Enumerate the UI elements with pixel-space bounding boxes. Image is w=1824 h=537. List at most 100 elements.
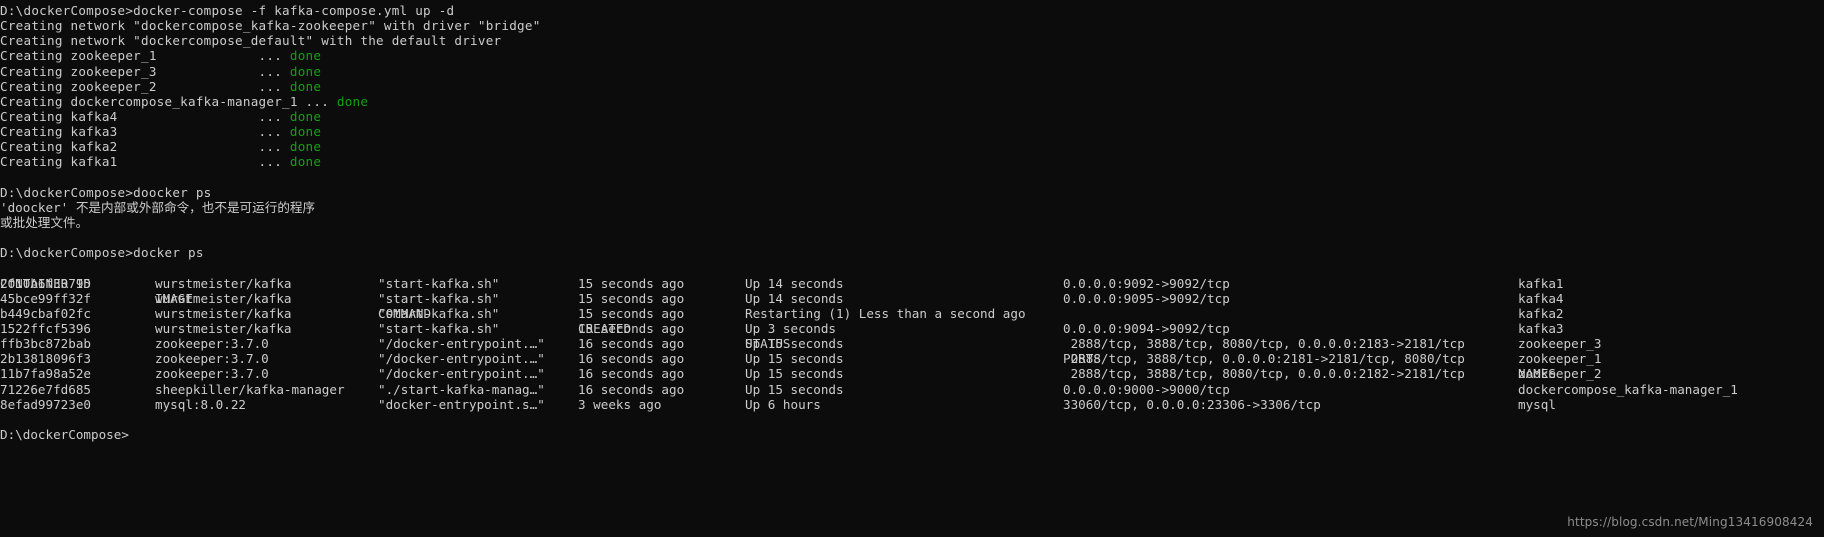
- cell-container-id: 2f10b6f30795: [0, 275, 91, 291]
- cell-command: "start-kafka.sh": [378, 290, 500, 306]
- cell-names: zookeeper_2: [1518, 366, 1602, 382]
- cell-command: "docker-entrypoint.s…": [378, 396, 545, 412]
- csdn-watermark: https://blog.csdn.net/Ming13416908424: [1567, 514, 1813, 529]
- prompt-line-final: D:\dockerCompose>: [0, 426, 129, 442]
- error-message-line-1: 'doocker' 不是内部或外部命令，也不是可运行的程序: [0, 199, 316, 215]
- compose-service-status: done: [289, 139, 322, 155]
- table-row: ffb3bc872bab zookeeper:3.7.0 "/docker-entr…: [0, 336, 1824, 351]
- cell-created: 15 seconds ago: [578, 305, 685, 321]
- cell-ports: 0.0.0.0:9094->9092/tcp: [1063, 320, 1230, 336]
- compose-service-label: Creating kafka2: [0, 139, 259, 155]
- cell-container-id: 71226e7fd685: [0, 381, 91, 397]
- table-header-row: CONTAINER ID IMAGE COMMAND CREATED STATU…: [0, 260, 1824, 382]
- docker-ps-table-body: 2f10b6f30795 wurstmeister/kafka "start-kaf…: [0, 276, 1824, 412]
- prompt-line-docker-ps: D:\dockerCompose>docker ps: [0, 245, 204, 261]
- cell-container-id: 45bce99ff32f: [0, 290, 91, 306]
- compose-service-label: Creating kafka4: [0, 108, 259, 124]
- cell-names: kafka3: [1518, 320, 1564, 336]
- compose-service-status: done: [289, 108, 322, 124]
- compose-service-label: Creating zookeeper_1: [0, 48, 259, 64]
- cell-names: zookeeper_1: [1518, 351, 1602, 367]
- compose-service-dots: ...: [258, 108, 290, 124]
- cell-container-id: b449cbaf02fc: [0, 305, 91, 321]
- compose-service-dots: ...: [258, 78, 290, 94]
- cell-created: 16 seconds ago: [578, 381, 685, 397]
- cell-created: 16 seconds ago: [578, 336, 685, 352]
- table-row: 45bce99ff32f wurstmeister/kafka "start-kaf…: [0, 291, 1824, 306]
- table-row: 71226e7fd685 sheepkiller/kafka-manager "./…: [0, 382, 1824, 397]
- cell-created: 15 seconds ago: [578, 275, 685, 291]
- prompt-line-docker-compose: D:\dockerCompose>docker-compose -f kafka…: [0, 3, 455, 18]
- cell-names: kafka1: [1518, 275, 1564, 291]
- cell-image: zookeeper:3.7.0: [155, 351, 269, 367]
- compose-service-status: done: [289, 78, 322, 94]
- cell-container-id: 11b7fa98a52e: [0, 366, 91, 382]
- compose-network-line-2: Creating network "dockercompose_default"…: [0, 33, 502, 49]
- cell-names: kafka2: [1518, 305, 1564, 321]
- cell-status: Up 15 seconds: [745, 381, 844, 397]
- cell-image: sheepkiller/kafka-manager: [155, 381, 345, 397]
- compose-service-dots: ...: [258, 124, 290, 140]
- cell-status: Up 14 seconds: [745, 275, 844, 291]
- cell-image: zookeeper:3.7.0: [155, 366, 269, 382]
- cell-status: Up 15 seconds: [745, 366, 844, 382]
- terminal-window[interactable]: D:\dockerCompose>docker-compose -f kafka…: [0, 0, 1824, 537]
- table-row: 8efad99723e0 mysql:8.0.22 "docker-entrypoi…: [0, 397, 1824, 412]
- compose-service-label: Creating kafka3: [0, 124, 259, 140]
- table-row: 2f10b6f30795 wurstmeister/kafka "start-kaf…: [0, 276, 1824, 291]
- cell-image: wurstmeister/kafka: [155, 290, 292, 306]
- cell-created: 15 seconds ago: [578, 320, 685, 336]
- prompt-line-doocker: D:\dockerCompose>doocker ps: [0, 184, 212, 200]
- cell-created: 16 seconds ago: [578, 351, 685, 367]
- cell-container-id: 8efad99723e0: [0, 396, 91, 412]
- compose-service-line: Creating kafka1 ... done: [0, 154, 1824, 169]
- compose-service-line: Creating zookeeper_2 ... done: [0, 79, 1824, 94]
- cell-container-id: ffb3bc872bab: [0, 336, 91, 352]
- cell-status: Up 15 seconds: [745, 351, 844, 367]
- compose-service-label: Creating dockercompose_kafka-manager_1: [0, 93, 306, 109]
- table-row: b449cbaf02fc wurstmeister/kafka "start-kaf…: [0, 306, 1824, 321]
- cell-names: dockercompose_kafka-manager_1: [1518, 381, 1738, 397]
- compose-service-list: Creating zookeeper_1 ... done Creating zo…: [0, 48, 1824, 169]
- table-row: 1522ffcf5396 wurstmeister/kafka "start-kaf…: [0, 321, 1824, 336]
- cell-names: mysql: [1518, 396, 1556, 412]
- cell-command: "start-kafka.sh": [378, 305, 500, 321]
- compose-service-status: done: [289, 48, 322, 64]
- compose-network-line-1: Creating network "dockercompose_kafka-zo…: [0, 18, 541, 34]
- compose-service-line: Creating kafka2 ... done: [0, 139, 1824, 154]
- compose-service-label: Creating kafka1: [0, 154, 259, 170]
- compose-service-status: done: [289, 154, 322, 170]
- cell-ports: 2888/tcp, 3888/tcp, 8080/tcp, 0.0.0.0:21…: [1063, 366, 1465, 382]
- cell-command: "./start-kafka-manag…": [378, 381, 545, 397]
- cell-created: 15 seconds ago: [578, 290, 685, 306]
- compose-service-line: Creating dockercompose_kafka-manager_1 .…: [0, 94, 1824, 109]
- cell-command: "start-kafka.sh": [378, 320, 500, 336]
- compose-service-dots: ...: [258, 139, 290, 155]
- cell-command: "start-kafka.sh": [378, 275, 500, 291]
- compose-service-status: done: [336, 93, 369, 109]
- cell-status: Up 14 seconds: [745, 290, 844, 306]
- cell-created: 3 weeks ago: [578, 396, 662, 412]
- cell-ports: 0.0.0.0:9095->9092/tcp: [1063, 290, 1230, 306]
- cell-command: "/docker-entrypoint.…": [378, 336, 545, 352]
- compose-service-dots: ...: [258, 63, 290, 79]
- compose-service-status: done: [289, 63, 322, 79]
- compose-service-label: Creating zookeeper_3: [0, 63, 259, 79]
- cell-status: Up 15 seconds: [745, 336, 844, 352]
- cell-image: zookeeper:3.7.0: [155, 336, 269, 352]
- table-row: 2b13818096f3 zookeeper:3.7.0 "/docker-entr…: [0, 351, 1824, 366]
- cell-ports: 0.0.0.0:9092->9092/tcp: [1063, 275, 1230, 291]
- cell-status: Restarting (1) Less than a second ago: [745, 305, 1026, 321]
- cell-command: "/docker-entrypoint.…": [378, 351, 545, 367]
- compose-service-label: Creating zookeeper_2: [0, 78, 259, 94]
- cell-image: wurstmeister/kafka: [155, 320, 292, 336]
- compose-service-line: Creating kafka3 ... done: [0, 124, 1824, 139]
- cell-container-id: 1522ffcf5396: [0, 320, 91, 336]
- cell-ports: 33060/tcp, 0.0.0.0:23306->3306/tcp: [1063, 396, 1321, 412]
- cell-ports: 0.0.0.0:9000->9000/tcp: [1063, 381, 1230, 397]
- compose-service-line: Creating zookeeper_1 ... done: [0, 48, 1824, 63]
- compose-service-dots: ...: [258, 154, 290, 170]
